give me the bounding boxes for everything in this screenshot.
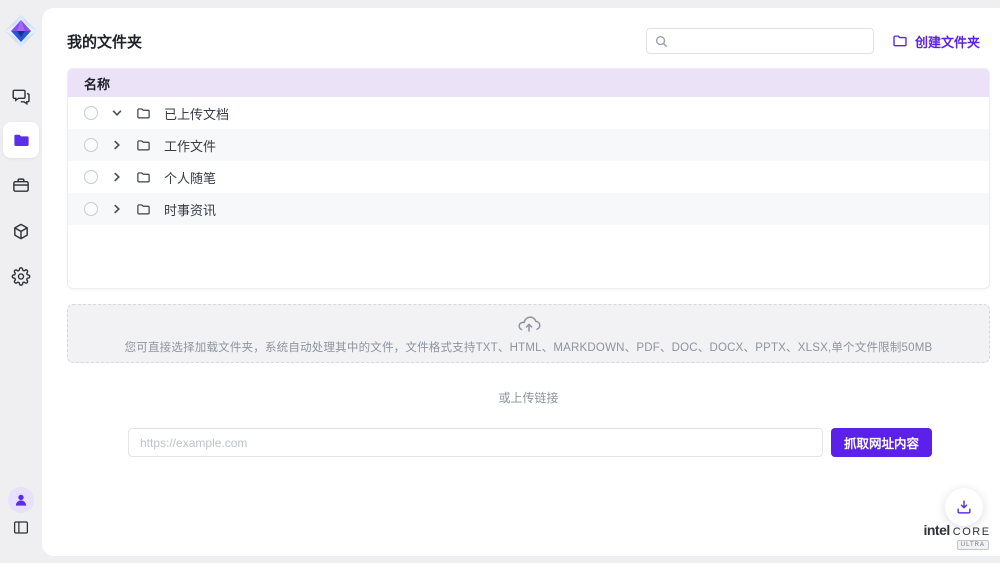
folder-plus-icon (892, 33, 908, 49)
row-checkbox[interactable] (84, 138, 98, 152)
folder-row[interactable]: 已上传文档 (68, 97, 989, 129)
create-folder-button[interactable]: 创建文件夹 (892, 32, 980, 51)
folder-row[interactable]: 个人随笔 (68, 161, 989, 193)
intel-brand-text: intel (923, 523, 949, 537)
chat-icon (12, 87, 31, 106)
url-input[interactable] (128, 428, 823, 457)
folder-name: 时事资讯 (164, 200, 216, 219)
column-header-name: 名称 (84, 74, 110, 93)
link-upload-row: 抓取网址内容 (128, 428, 932, 457)
gem-diamond-icon (4, 14, 38, 48)
row-checkbox[interactable] (84, 170, 98, 184)
user-avatar[interactable] (8, 487, 34, 513)
table-header-row: 名称 (68, 69, 989, 97)
or-upload-link-label: 或上传链接 (67, 389, 990, 406)
create-folder-label: 创建文件夹 (915, 32, 980, 51)
folder-row[interactable]: 工作文件 (68, 129, 989, 161)
panel-collapse-icon (13, 519, 30, 536)
main-content: 我的文件夹 创建文件夹 名称 已上传文档 (42, 8, 1000, 556)
download-icon (955, 498, 973, 516)
fetch-url-button[interactable]: 抓取网址内容 (831, 428, 932, 457)
sidebar-item-settings[interactable] (12, 267, 31, 286)
search-input[interactable] (674, 34, 865, 48)
sidebar-item-cube[interactable] (12, 222, 31, 241)
chevron-right-icon[interactable] (111, 171, 123, 183)
folder-name: 已上传文档 (164, 104, 229, 123)
folder-icon (136, 170, 151, 185)
upload-dropzone[interactable]: 您可直接选择加载文件夹，系统自动处理其中的文件，文件格式支持TXT、HTML、M… (67, 304, 990, 363)
gear-icon (12, 267, 31, 286)
cube-icon (12, 222, 31, 241)
folder-icon (12, 131, 31, 150)
row-checkbox[interactable] (84, 106, 98, 120)
search-icon (655, 35, 668, 48)
folder-icon (136, 106, 151, 121)
intel-core-ultra-logo: intel CORE ULTRA (921, 523, 993, 550)
download-fab-button[interactable] (945, 488, 983, 526)
chevron-right-icon[interactable] (111, 139, 123, 151)
folder-name: 个人随笔 (164, 168, 216, 187)
briefcase-icon (12, 176, 31, 195)
chevron-right-icon[interactable] (111, 203, 123, 215)
search-box[interactable] (646, 28, 874, 54)
folder-name: 工作文件 (164, 136, 216, 155)
chevron-down-icon[interactable] (111, 107, 123, 119)
page-header: 我的文件夹 创建文件夹 (67, 20, 990, 62)
cloud-upload-icon (517, 312, 541, 336)
intel-ultra-badge: ULTRA (957, 540, 989, 550)
folder-icon (136, 202, 151, 217)
sidebar-item-toolbox[interactable] (12, 176, 31, 195)
folder-row[interactable]: 时事资讯 (68, 193, 989, 225)
collapse-sidebar-button[interactable] (13, 519, 30, 536)
page-title: 我的文件夹 (67, 31, 142, 52)
sidebar-item-folders-active[interactable] (3, 122, 39, 158)
intel-product-text: CORE (953, 527, 991, 538)
app-logo[interactable] (3, 13, 39, 49)
folder-table: 名称 已上传文档 工作文件 (67, 68, 990, 289)
avatar-icon (13, 492, 29, 508)
upload-hint-text: 您可直接选择加载文件夹，系统自动处理其中的文件，文件格式支持TXT、HTML、M… (125, 339, 933, 355)
left-sidebar (0, 0, 42, 563)
sidebar-item-chat[interactable] (12, 87, 31, 106)
folder-icon (136, 138, 151, 153)
row-checkbox[interactable] (84, 202, 98, 216)
